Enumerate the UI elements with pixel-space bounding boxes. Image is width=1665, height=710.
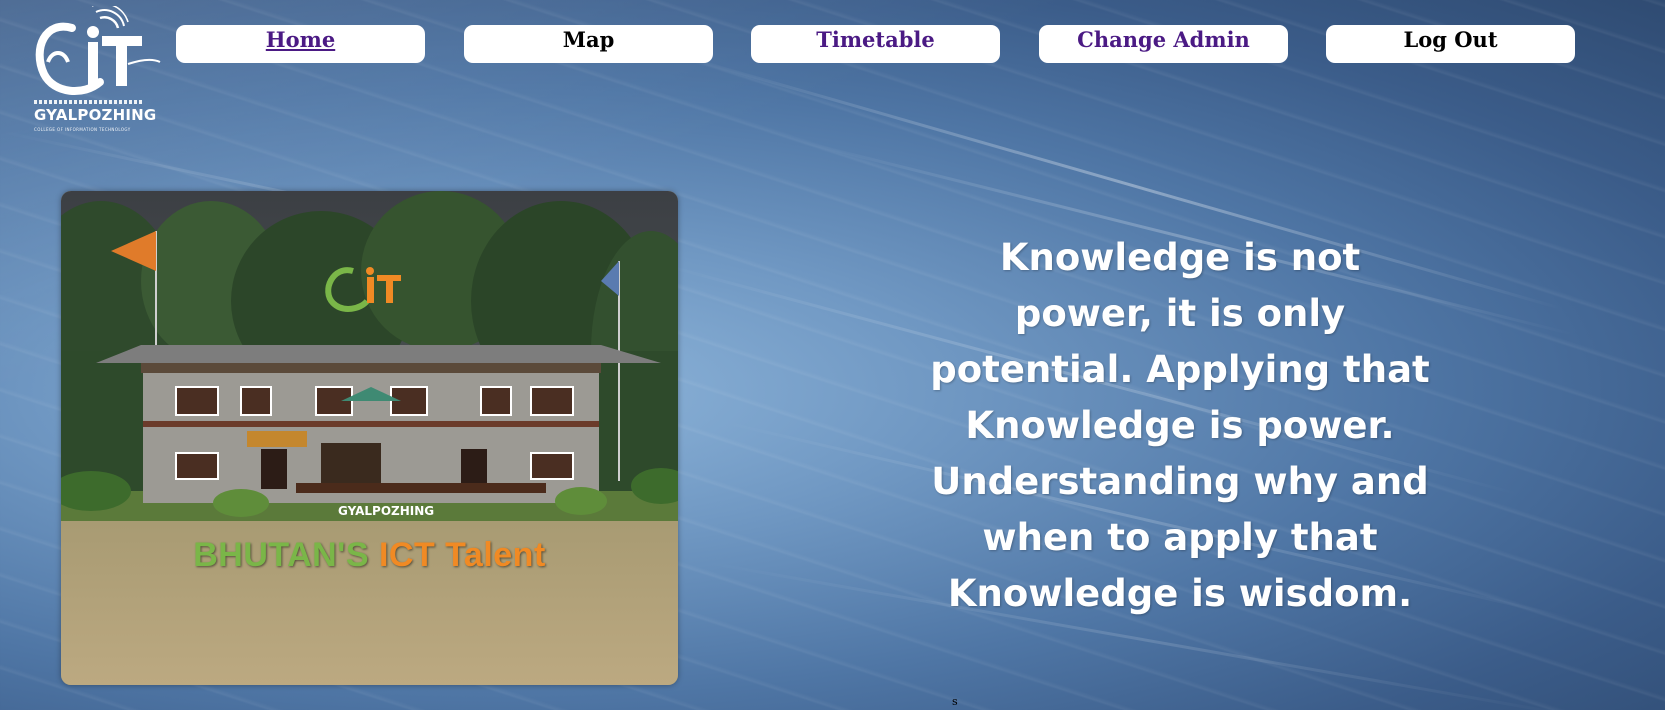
banner-title-part1: BHUTAN'S (193, 536, 369, 574)
college-logo: GYALPOZHING COLLEGE OF INFORMATION TECHN… (28, 6, 163, 136)
nav-logout-button[interactable]: Log Out (1326, 25, 1575, 63)
logo-tibetan-script (34, 100, 144, 104)
banner-title-part2: ICT Talent (378, 536, 546, 574)
quote-text: Knowledge is not power, it is only poten… (930, 236, 1430, 615)
nav-change-admin-button[interactable]: Change Admin (1039, 25, 1288, 63)
cit-logo-icon (35, 6, 161, 96)
stray-text: s (952, 695, 958, 708)
logo-name: GYALPOZHING (34, 106, 157, 124)
campus-photo (61, 191, 678, 685)
campus-banner-image: GYALPOZHING BHUTAN'S ICT Talent (61, 191, 678, 685)
banner-logo-name: GYALPOZHING (338, 504, 435, 518)
logo-subtitle: COLLEGE OF INFORMATION TECHNOLOGY (34, 127, 131, 132)
nav-home-button[interactable]: Home (176, 25, 425, 63)
nav-timetable-button[interactable]: Timetable (751, 25, 1000, 63)
banner-title: BHUTAN'S ICT Talent (61, 536, 678, 575)
nav-map-button[interactable]: Map (464, 25, 713, 63)
